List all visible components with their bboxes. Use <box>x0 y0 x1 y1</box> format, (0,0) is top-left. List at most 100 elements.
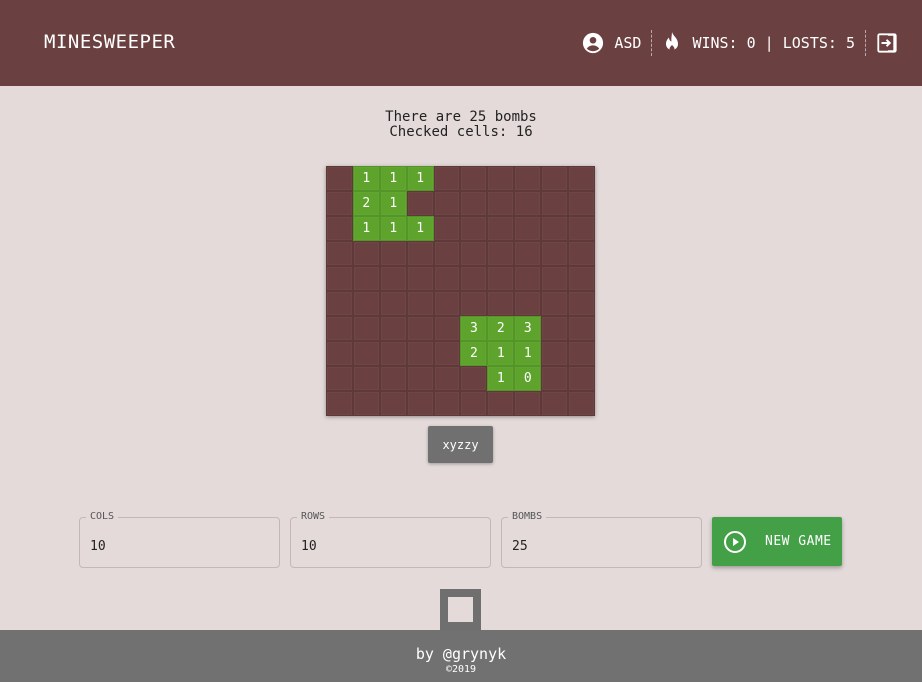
closed-cell[interactable] <box>568 266 595 291</box>
closed-cell[interactable] <box>352 366 380 391</box>
cols-input[interactable]: 10 <box>90 539 106 554</box>
closed-cell[interactable] <box>326 216 353 241</box>
closed-cell[interactable] <box>514 291 542 316</box>
open-cell[interactable]: 1 <box>379 166 407 191</box>
closed-cell[interactable] <box>487 291 515 316</box>
open-cell[interactable]: 2 <box>352 191 380 216</box>
closed-cell[interactable] <box>379 266 407 291</box>
closed-cell[interactable] <box>514 216 542 241</box>
closed-cell[interactable] <box>379 291 407 316</box>
closed-cell[interactable] <box>541 366 569 391</box>
closed-cell[interactable] <box>487 266 515 291</box>
rows-input[interactable]: 10 <box>301 539 317 554</box>
closed-cell[interactable] <box>460 291 488 316</box>
closed-cell[interactable] <box>568 191 595 216</box>
open-cell[interactable]: 1 <box>406 166 434 191</box>
closed-cell[interactable] <box>433 291 461 316</box>
closed-cell[interactable] <box>568 391 595 416</box>
closed-cell[interactable] <box>433 341 461 366</box>
closed-cell[interactable] <box>379 366 407 391</box>
closed-cell[interactable] <box>352 391 380 416</box>
closed-cell[interactable] <box>541 341 569 366</box>
closed-cell[interactable] <box>433 216 461 241</box>
closed-cell[interactable] <box>326 191 353 216</box>
open-cell[interactable]: 2 <box>460 341 488 366</box>
closed-cell[interactable] <box>379 391 407 416</box>
closed-cell[interactable] <box>487 216 515 241</box>
open-cell[interactable]: 3 <box>460 316 488 341</box>
closed-cell[interactable] <box>487 391 515 416</box>
closed-cell[interactable] <box>460 166 488 191</box>
closed-cell[interactable] <box>568 241 595 266</box>
closed-cell[interactable] <box>352 291 380 316</box>
closed-cell[interactable] <box>541 241 569 266</box>
closed-cell[interactable] <box>406 316 434 341</box>
closed-cell[interactable] <box>326 341 353 366</box>
open-cell[interactable]: 2 <box>487 316 515 341</box>
closed-cell[interactable] <box>541 291 569 316</box>
closed-cell[interactable] <box>326 266 353 291</box>
closed-cell[interactable] <box>326 366 353 391</box>
closed-cell[interactable] <box>379 241 407 266</box>
closed-cell[interactable] <box>568 216 595 241</box>
closed-cell[interactable] <box>433 391 461 416</box>
closed-cell[interactable] <box>406 341 434 366</box>
closed-cell[interactable] <box>541 316 569 341</box>
closed-cell[interactable] <box>514 266 542 291</box>
open-cell[interactable]: 0 <box>514 366 542 391</box>
open-cell[interactable]: 3 <box>514 316 542 341</box>
closed-cell[interactable] <box>406 266 434 291</box>
closed-cell[interactable] <box>433 316 461 341</box>
closed-cell[interactable] <box>541 266 569 291</box>
cols-field[interactable]: COLS 10 <box>79 511 280 568</box>
closed-cell[interactable] <box>487 241 515 266</box>
closed-cell[interactable] <box>460 366 488 391</box>
closed-cell[interactable] <box>460 266 488 291</box>
new-game-button[interactable]: NEW GAME <box>712 517 842 566</box>
closed-cell[interactable] <box>460 191 488 216</box>
closed-cell[interactable] <box>326 391 353 416</box>
closed-cell[interactable] <box>379 316 407 341</box>
bombs-field[interactable]: BOMBS 25 <box>501 511 702 568</box>
open-cell[interactable]: 1 <box>406 216 434 241</box>
closed-cell[interactable] <box>487 166 515 191</box>
closed-cell[interactable] <box>433 266 461 291</box>
closed-cell[interactable] <box>460 216 488 241</box>
cheat-button[interactable]: xyzzy <box>428 426 493 463</box>
closed-cell[interactable] <box>406 291 434 316</box>
closed-cell[interactable] <box>433 241 461 266</box>
closed-cell[interactable] <box>326 241 353 266</box>
closed-cell[interactable] <box>433 191 461 216</box>
closed-cell[interactable] <box>406 191 434 216</box>
open-cell[interactable]: 1 <box>379 216 407 241</box>
closed-cell[interactable] <box>541 216 569 241</box>
open-cell[interactable]: 1 <box>487 341 515 366</box>
bombs-input[interactable]: 25 <box>512 539 528 554</box>
closed-cell[interactable] <box>406 391 434 416</box>
closed-cell[interactable] <box>433 366 461 391</box>
closed-cell[interactable] <box>326 166 353 191</box>
closed-cell[interactable] <box>460 391 488 416</box>
closed-cell[interactable] <box>326 291 353 316</box>
open-cell[interactable]: 1 <box>352 216 380 241</box>
closed-cell[interactable] <box>352 266 380 291</box>
open-cell[interactable]: 1 <box>352 166 380 191</box>
closed-cell[interactable] <box>568 341 595 366</box>
closed-cell[interactable] <box>460 241 488 266</box>
closed-cell[interactable] <box>487 191 515 216</box>
closed-cell[interactable] <box>541 391 569 416</box>
closed-cell[interactable] <box>433 166 461 191</box>
open-cell[interactable]: 1 <box>514 341 542 366</box>
closed-cell[interactable] <box>406 241 434 266</box>
closed-cell[interactable] <box>568 291 595 316</box>
closed-cell[interactable] <box>406 366 434 391</box>
closed-cell[interactable] <box>514 391 542 416</box>
closed-cell[interactable] <box>352 241 380 266</box>
open-cell[interactable]: 1 <box>487 366 515 391</box>
closed-cell[interactable] <box>514 241 542 266</box>
closed-cell[interactable] <box>568 316 595 341</box>
closed-cell[interactable] <box>352 341 380 366</box>
closed-cell[interactable] <box>379 341 407 366</box>
logout-icon[interactable] <box>876 32 898 54</box>
rows-field[interactable]: ROWS 10 <box>290 511 491 568</box>
